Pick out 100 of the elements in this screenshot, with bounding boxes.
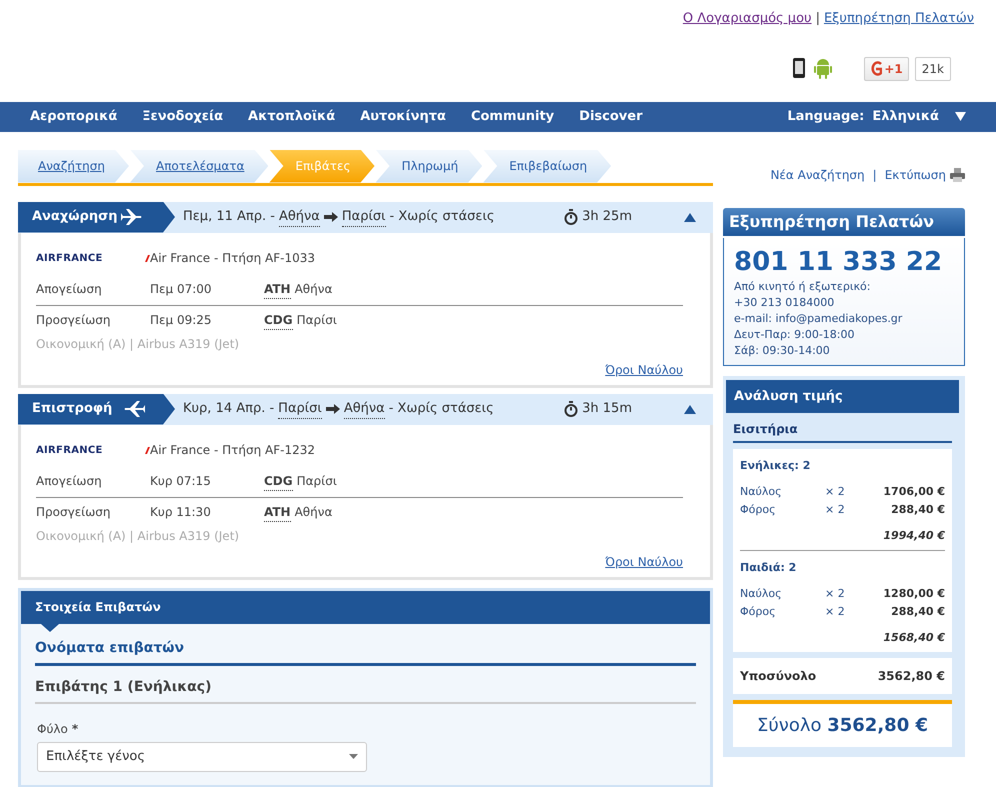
panel-header: Ανάλυση τιμής (726, 380, 959, 414)
required-mark: * (72, 720, 78, 738)
contact-info: Από κινητό ή εξωτερικό: (734, 279, 872, 296)
dropdown-caret-icon (349, 754, 358, 759)
airport-code: ATH (264, 502, 291, 522)
price-label: Φόρος (740, 502, 777, 518)
passenger-group: Ενήλικες: 2 (740, 458, 945, 475)
quantity: × 2 (825, 484, 846, 500)
leg-time: Κυρ 11:30 (150, 504, 212, 521)
price-label: Ναύλος (740, 586, 783, 602)
subtotal-label: Υποσύνολο (740, 668, 816, 686)
contact-info: +30 213 0184000 (734, 295, 836, 312)
phone-number: 801 11 333 22 (734, 246, 942, 278)
plus-one-button[interactable]: +1 (864, 56, 909, 80)
fare-rules-link[interactable]: Όροι Ναύλου (605, 360, 683, 378)
stops-text: - Χωρίς στάσεις (390, 208, 494, 226)
g-icon (870, 60, 882, 76)
passenger-heading: Επιβάτης 1 (Ενήλικας) (35, 666, 696, 704)
header-link[interactable]: Ο Λογαριασμός μου (682, 9, 812, 28)
city-link[interactable]: Παρίσι (278, 398, 322, 420)
group-subtotal: 1994,40 € (883, 528, 945, 542)
flight-duration: 3h 25m (582, 208, 632, 226)
share-count: 21k (914, 56, 951, 80)
field-label: Φύλο (37, 720, 68, 738)
price-amount: 288,40 € (890, 604, 945, 620)
nav-link[interactable]: Discover (579, 106, 642, 126)
price-amount: 288,40 € (890, 502, 945, 518)
leg-label: Προσγείωση (36, 504, 112, 521)
header-pointer (41, 624, 59, 632)
printer-icon[interactable] (950, 168, 965, 182)
flight-duration: 3h 15m (582, 400, 632, 418)
nav-link[interactable]: Ξενοδοχεία (142, 106, 224, 126)
airport-code: CDG (264, 310, 293, 330)
nav-link[interactable]: Αυτοκίνητα (360, 106, 446, 126)
logo-stripe-icon (142, 446, 150, 454)
airport-city: Αθήνα (294, 281, 332, 298)
price-label: Ναύλος (740, 484, 783, 500)
total-price: Σύνολο 3562,80 € (756, 715, 928, 736)
arrow-icon (326, 404, 340, 414)
price-amount: 1706,00 € (882, 484, 945, 500)
gender-select[interactable]: Επιλέξτε γένος (37, 742, 367, 772)
quantity: × 2 (825, 586, 846, 602)
nav-link[interactable]: Αεροπορικά (30, 106, 118, 126)
quantity: × 2 (825, 604, 846, 620)
airport-city: Παρίσι (296, 473, 337, 490)
stops-text: - Χωρίς στάσεις (388, 400, 494, 418)
arrow-icon (324, 212, 338, 222)
airport-code: CDG (264, 472, 293, 490)
leg-time: Κυρ 07:15 (150, 473, 212, 490)
link-separator: | (872, 166, 877, 184)
collapse-icon[interactable] (684, 404, 696, 414)
city-link[interactable]: Αθήνα (278, 206, 320, 228)
dropdown-caret-icon[interactable] (955, 112, 966, 121)
airport-code: ATH (264, 280, 291, 298)
leg-label: Απογείωση (36, 473, 103, 490)
leg-time: Πεμ 09:25 (150, 312, 213, 329)
step-tab[interactable]: Επιβεβαίωση (483, 150, 612, 182)
route-date: Κυρ, 14 Απρ. - (183, 400, 274, 418)
section-heading: Ονόματα επιβατών (35, 624, 696, 666)
cabin-info: Οικονομική (Α) | Airbus A319 (Jet) (36, 528, 240, 544)
stopwatch-icon (564, 209, 578, 225)
passenger-group: Παιδιά: 2 (740, 560, 945, 577)
route-date: Πεμ, 11 Απρ. - (183, 208, 275, 226)
collapse-icon[interactable] (684, 212, 696, 222)
airline-logo: AIRFRANCE (36, 252, 104, 266)
leg-time: Πεμ 07:00 (150, 281, 213, 298)
step-tab[interactable]: Αποτελέσματα (130, 150, 268, 182)
panel-title: Εξυπηρέτηση Πελατών (723, 208, 965, 236)
stopwatch-icon (564, 401, 578, 417)
price-amount: 1280,00 € (882, 586, 945, 602)
price-label: Φόρος (740, 604, 777, 620)
header-link[interactable]: Εξυπηρέτηση Πελατών (824, 9, 974, 28)
city-link[interactable]: Αθήνα (344, 398, 385, 420)
subtotal-value: 3562,80 € (878, 668, 945, 686)
group-subtotal: 1568,40 € (883, 630, 945, 644)
leg-label: Προσγείωση (36, 312, 112, 329)
panel-header: Στοιχεία Επιβατών (21, 590, 710, 624)
airport-city: Παρίσι (296, 312, 337, 329)
contact-info: e-mail: info@pamediakopes.gr (734, 311, 904, 328)
language-label: Language: (787, 108, 864, 126)
city-link[interactable]: Παρίσι (342, 206, 386, 228)
step-tab[interactable]: Αναζήτηση (18, 150, 129, 182)
logo-stripe-icon (142, 254, 150, 262)
step-tab[interactable]: Πληρωμή (376, 150, 482, 182)
contact-info: Δευτ-Παρ: 9:00-18:00 (734, 327, 856, 344)
flight-number: Air France - Πτήση AF-1033 (150, 250, 316, 267)
nav-link[interactable]: Ακτοπλοϊκά (248, 106, 336, 126)
quantity: × 2 (825, 502, 846, 518)
new-search-link[interactable]: Νέα Αναζήτηση (770, 166, 865, 184)
phone-icon[interactable] (792, 56, 806, 78)
fare-rules-link[interactable]: Όροι Ναύλου (605, 552, 683, 570)
link-separator: | (816, 10, 820, 28)
contact-info: Σάβ: 09:30-14:00 (734, 343, 831, 359)
airport-city: Αθήνα (294, 504, 332, 521)
nav-link[interactable]: Community (470, 106, 554, 126)
print-link[interactable]: Εκτύπωση (884, 166, 946, 184)
language-select[interactable]: Ελληνικά (872, 106, 939, 126)
airline-logo: AIRFRANCE (36, 444, 104, 458)
flight-number: Air France - Πτήση AF-1232 (150, 442, 316, 459)
leg-label: Απογείωση (36, 281, 103, 298)
